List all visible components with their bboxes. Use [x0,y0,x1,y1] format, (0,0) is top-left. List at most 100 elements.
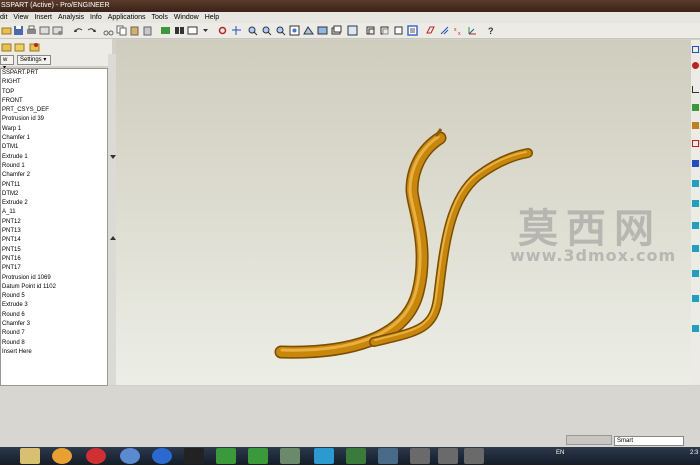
coord-sys-icon[interactable] [467,25,478,36]
tree-item[interactable]: Round 8 [1,339,107,348]
orient-icon[interactable] [231,25,242,36]
app4-taskbar-icon[interactable] [438,448,458,464]
tree-item[interactable]: Protrusion id 1069 [1,274,107,283]
copy-icon[interactable] [116,25,127,36]
tree-item[interactable]: PRT_CSYS_DEF [1,106,107,115]
hidden-line-icon[interactable] [379,25,390,36]
tree-item[interactable]: SSPART.PRT [1,69,107,78]
tree-item[interactable]: DTM1 [1,143,107,152]
undo-icon[interactable] [73,25,84,36]
round-tool-icon[interactable] [692,295,699,302]
repaint-icon[interactable] [347,25,358,36]
settings-dropdown[interactable]: Settings ▾ [17,55,51,65]
zoom-out-icon[interactable] [275,25,286,36]
menu-tools[interactable]: Tools [151,12,167,23]
app3-taskbar-icon[interactable] [410,448,430,464]
nvidia-taskbar-icon[interactable] [216,448,236,464]
dropdown-arrow-icon[interactable] [200,25,211,36]
tree-item[interactable]: Protrusion id 39 [1,115,107,124]
saved-views-icon[interactable] [317,25,328,36]
wireframe-icon[interactable] [365,25,376,36]
tree-item[interactable]: Datum Point id 1102 [1,283,107,292]
media-taskbar-icon[interactable] [152,448,172,464]
explorer-taskbar-icon[interactable] [20,448,40,464]
tree-item[interactable]: PNT14 [1,236,107,245]
tree-item[interactable]: PNT11 [1,181,107,190]
tree-item[interactable]: PNT16 [1,255,107,264]
mail-attach-icon[interactable] [52,25,63,36]
menu-window[interactable]: Window [174,12,199,23]
revolve-tool-icon[interactable] [692,140,699,147]
menu-analysis[interactable]: Analysis [58,12,84,23]
game-taskbar-icon[interactable] [346,448,366,464]
tree-item[interactable]: FRONT [1,97,107,106]
plane-tool-icon[interactable] [692,46,699,53]
folder-icon[interactable] [1,41,12,52]
point-tool-icon[interactable] [692,62,699,69]
context-help-icon[interactable]: ? [487,25,498,36]
hole-tool-icon[interactable] [692,200,699,207]
menu-insert[interactable]: Insert [34,12,52,23]
cut-icon[interactable] [103,25,114,36]
curve-tool-icon[interactable] [692,86,699,93]
tree-item[interactable]: TOP [1,88,107,97]
tree-item[interactable]: Round 1 [1,162,107,171]
datum-axes-icon[interactable] [439,25,450,36]
shell-tool-icon[interactable] [692,222,699,229]
rib-tool-icon[interactable] [692,245,699,252]
paste-special-icon[interactable] [142,25,153,36]
no-hidden-icon[interactable] [393,25,404,36]
sweep-tool-icon[interactable] [692,160,699,167]
chamfer-tool-icon[interactable] [692,325,699,332]
extrude-tool-icon[interactable] [692,122,699,129]
chrome-taskbar-icon[interactable] [86,448,106,464]
tree-item[interactable]: RIGHT [1,78,107,87]
menu-info[interactable]: Info [90,12,102,23]
layers-icon[interactable] [331,25,342,36]
language-indicator[interactable]: EN [556,450,564,456]
proe-taskbar-icon[interactable] [248,448,268,464]
tree-item[interactable]: Chamfer 2 [1,171,107,180]
menu-applications[interactable]: Applications [108,12,146,23]
redo-icon[interactable] [86,25,97,36]
tree-item[interactable]: Extrude 3 [1,301,107,310]
tree-item[interactable]: Extrude 1 [1,153,107,162]
panel-sash[interactable] [108,54,116,385]
tree-item[interactable]: PNT15 [1,246,107,255]
tree-item[interactable]: PNT17 [1,264,107,273]
save-icon[interactable] [13,25,24,36]
favorites-icon[interactable] [29,41,40,52]
selection-filter[interactable]: Smart [614,436,684,446]
tree-item[interactable]: PNT13 [1,227,107,236]
app-taskbar-icon[interactable] [280,448,300,464]
tree-item[interactable]: Round 6 [1,311,107,320]
draft-tool-icon[interactable] [692,270,699,277]
tree-item[interactable]: Round 7 [1,329,107,338]
reorient-icon[interactable] [303,25,314,36]
regenerate-icon[interactable] [160,25,171,36]
mail-icon[interactable] [39,25,50,36]
shading-icon[interactable] [407,25,418,36]
paste-icon[interactable] [129,25,140,36]
zoom-in-icon[interactable] [261,25,272,36]
tree-item[interactable]: A_11 [1,208,107,217]
tree-item[interactable]: PNT12 [1,218,107,227]
blend-tool-icon[interactable] [692,180,699,187]
folder-open-icon[interactable] [14,41,25,52]
tree-item[interactable]: DTM2 [1,190,107,199]
sketch-tool-icon[interactable] [692,104,699,111]
print-icon[interactable] [26,25,37,36]
datum-planes-icon[interactable] [425,25,436,36]
tree-item[interactable]: Extrude 2 [1,199,107,208]
app2-taskbar-icon[interactable] [378,448,398,464]
datum-points-icon[interactable]: xx [453,25,464,36]
media-player-taskbar-icon[interactable] [52,448,72,464]
show-dropdown[interactable]: w ▾ [0,55,14,71]
spin-center-icon[interactable] [217,25,228,36]
tree-item[interactable]: Chamfer 1 [1,134,107,143]
skype-taskbar-icon[interactable] [314,448,334,464]
tree-item[interactable]: Warp 1 [1,125,107,134]
app5-taskbar-icon[interactable] [464,448,484,464]
menu-edit[interactable]: dit [0,12,7,23]
find-icon[interactable] [174,25,185,36]
